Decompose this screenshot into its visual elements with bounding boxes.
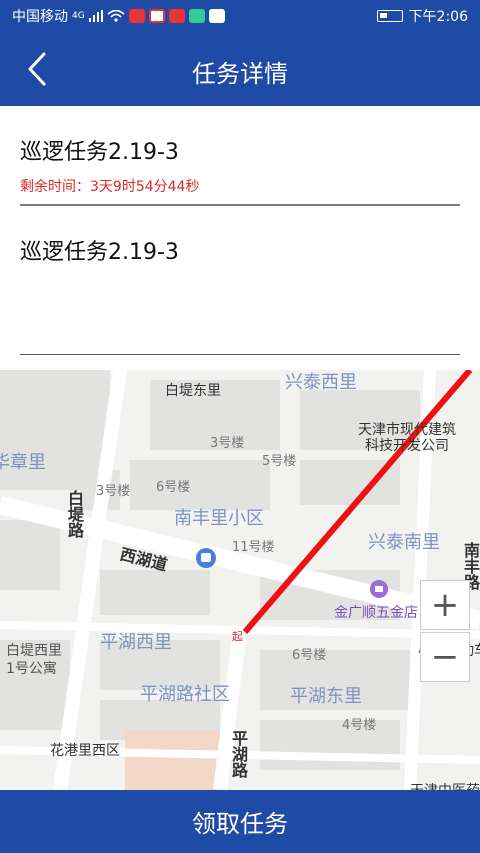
- map-view[interactable]: 白堤东里 兴泰西里 天津市现代建筑 科技开发公司 华章里 3号楼 5号楼 3号楼…: [0, 370, 480, 790]
- zoom-in-button[interactable]: +: [420, 580, 470, 630]
- map-label: 华章里: [0, 452, 46, 473]
- zoom-out-button[interactable]: −: [420, 632, 470, 682]
- wifi-icon: [107, 10, 125, 22]
- page-title: 任务详情: [192, 60, 288, 88]
- signal-icon: [88, 10, 103, 22]
- map-label: 6号楼: [156, 480, 191, 495]
- nav-bar: 任务详情: [0, 32, 480, 106]
- browser-app-icon: [208, 9, 225, 23]
- map-label: 南丰里小区: [174, 508, 264, 529]
- map-label: 天津中医药: [410, 780, 480, 790]
- clock: 下午2:06: [408, 9, 468, 25]
- map-label: 平湖路社区: [140, 684, 230, 705]
- network-type: 4G: [72, 11, 85, 21]
- route-start-marker: 起: [232, 630, 243, 643]
- map-label: 4号楼: [342, 718, 377, 733]
- task-detail-panel: 巡逻任务2.19-3 剩余时间：3天9时54分44秒 巡逻任务2.19-3: [0, 106, 480, 370]
- carrier-label: 中国移动: [12, 9, 68, 25]
- map-label: 5号楼: [262, 454, 297, 469]
- news-app-icon: [128, 9, 145, 23]
- divider: [20, 354, 460, 355]
- task-description: 巡逻任务2.19-3: [20, 240, 179, 265]
- map-label: 6号楼: [292, 648, 327, 663]
- video-app-icon: [188, 9, 205, 23]
- weibo-app-icon: [148, 9, 165, 23]
- map-label: 11号楼: [232, 540, 275, 555]
- claim-task-button[interactable]: 领取任务: [0, 790, 480, 853]
- map-label: 白堤路: [65, 490, 84, 538]
- tv-app-icon: [168, 9, 185, 23]
- divider: [20, 204, 460, 206]
- shop-pin-icon[interactable]: [370, 580, 388, 598]
- remaining-time-value: 3天9时54分44秒: [90, 179, 200, 195]
- map-label: 3号楼: [210, 436, 245, 451]
- map-label: 平湖路: [229, 730, 248, 778]
- map-label: 平湖东里: [290, 686, 362, 707]
- map-label: 花港里西区: [50, 743, 120, 759]
- battery-icon: [376, 10, 403, 22]
- status-bar: 中国移动 4G 下午2:06: [0, 0, 480, 32]
- map-label: 金广顺五金店: [334, 605, 418, 621]
- map-label: 天津市现代建筑 科技开发公司: [358, 422, 456, 454]
- map-label: 兴泰南里: [368, 532, 440, 553]
- map-label: 兴泰西里: [285, 372, 357, 393]
- map-label: 白堤西里 1号公寓: [6, 643, 62, 677]
- map-label: 白堤东里: [165, 383, 221, 399]
- remaining-time-label: 剩余时间：: [20, 179, 90, 195]
- map-label: 3号楼: [96, 484, 131, 499]
- remaining-time: 剩余时间：3天9时54分44秒: [20, 176, 199, 196]
- map-label: 平湖西里: [100, 632, 172, 653]
- task-name: 巡逻任务2.19-3: [20, 140, 179, 165]
- bus-stop-icon[interactable]: [196, 548, 216, 568]
